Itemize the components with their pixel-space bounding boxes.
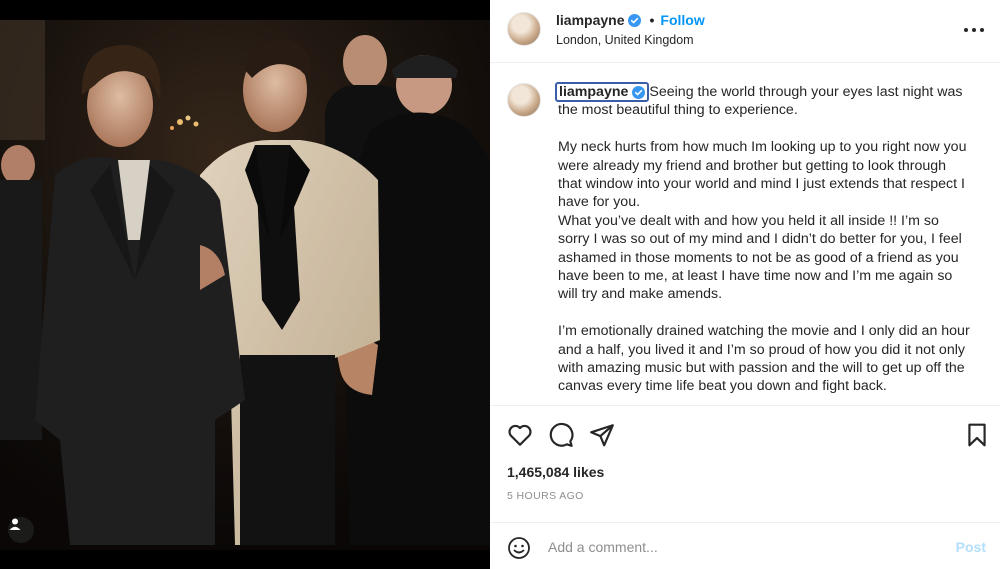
tag-people-button[interactable] bbox=[8, 517, 34, 543]
bookmark-icon[interactable] bbox=[964, 422, 990, 448]
user-tag-icon bbox=[9, 518, 21, 530]
comment-bubble-icon[interactable] bbox=[548, 422, 574, 448]
verified-badge-icon bbox=[632, 85, 646, 99]
post-header: liampayne • Follow London, United Kingdo… bbox=[490, 0, 1000, 63]
caption-avatar[interactable] bbox=[507, 83, 541, 117]
follow-button[interactable]: Follow bbox=[660, 12, 704, 28]
caption-paragraph: What you’ve dealt with and how you held … bbox=[558, 212, 966, 303]
paper-plane-icon[interactable] bbox=[589, 422, 615, 448]
avatar[interactable] bbox=[507, 12, 541, 46]
comment-input[interactable] bbox=[548, 536, 928, 558]
post-photo[interactable] bbox=[0, 0, 490, 569]
caption-paragraph: My neck hurts from how much Im looking u… bbox=[558, 139, 971, 211]
smiley-icon[interactable] bbox=[507, 536, 531, 560]
caption-paragraph: I’m emotionally drained watching the mov… bbox=[558, 323, 974, 395]
likes-count[interactable]: 1,465,084 likes bbox=[507, 464, 604, 480]
separator-dot: • bbox=[649, 12, 655, 28]
post-comment-button[interactable]: Post bbox=[956, 539, 986, 555]
caption-text: liampayne Seeing the world through your e… bbox=[555, 82, 974, 396]
caption-section: liampayne Seeing the world through your e… bbox=[490, 63, 1000, 406]
heart-icon[interactable] bbox=[507, 422, 533, 448]
username-link[interactable]: liampayne bbox=[556, 12, 624, 28]
caption-username-link[interactable]: liampayne bbox=[555, 82, 650, 102]
post-details-panel: liampayne • Follow London, United Kingdo… bbox=[490, 0, 1000, 569]
more-options-icon[interactable] bbox=[964, 20, 984, 40]
post-timestamp[interactable]: 5 HOURS AGO bbox=[507, 490, 584, 502]
location-link[interactable]: London, United Kingdom bbox=[556, 33, 694, 47]
photo-illustration bbox=[0, 20, 490, 550]
header-user-row: liampayne • Follow bbox=[556, 12, 705, 28]
comment-bar: Post bbox=[490, 522, 1000, 569]
verified-badge-icon bbox=[628, 13, 642, 27]
